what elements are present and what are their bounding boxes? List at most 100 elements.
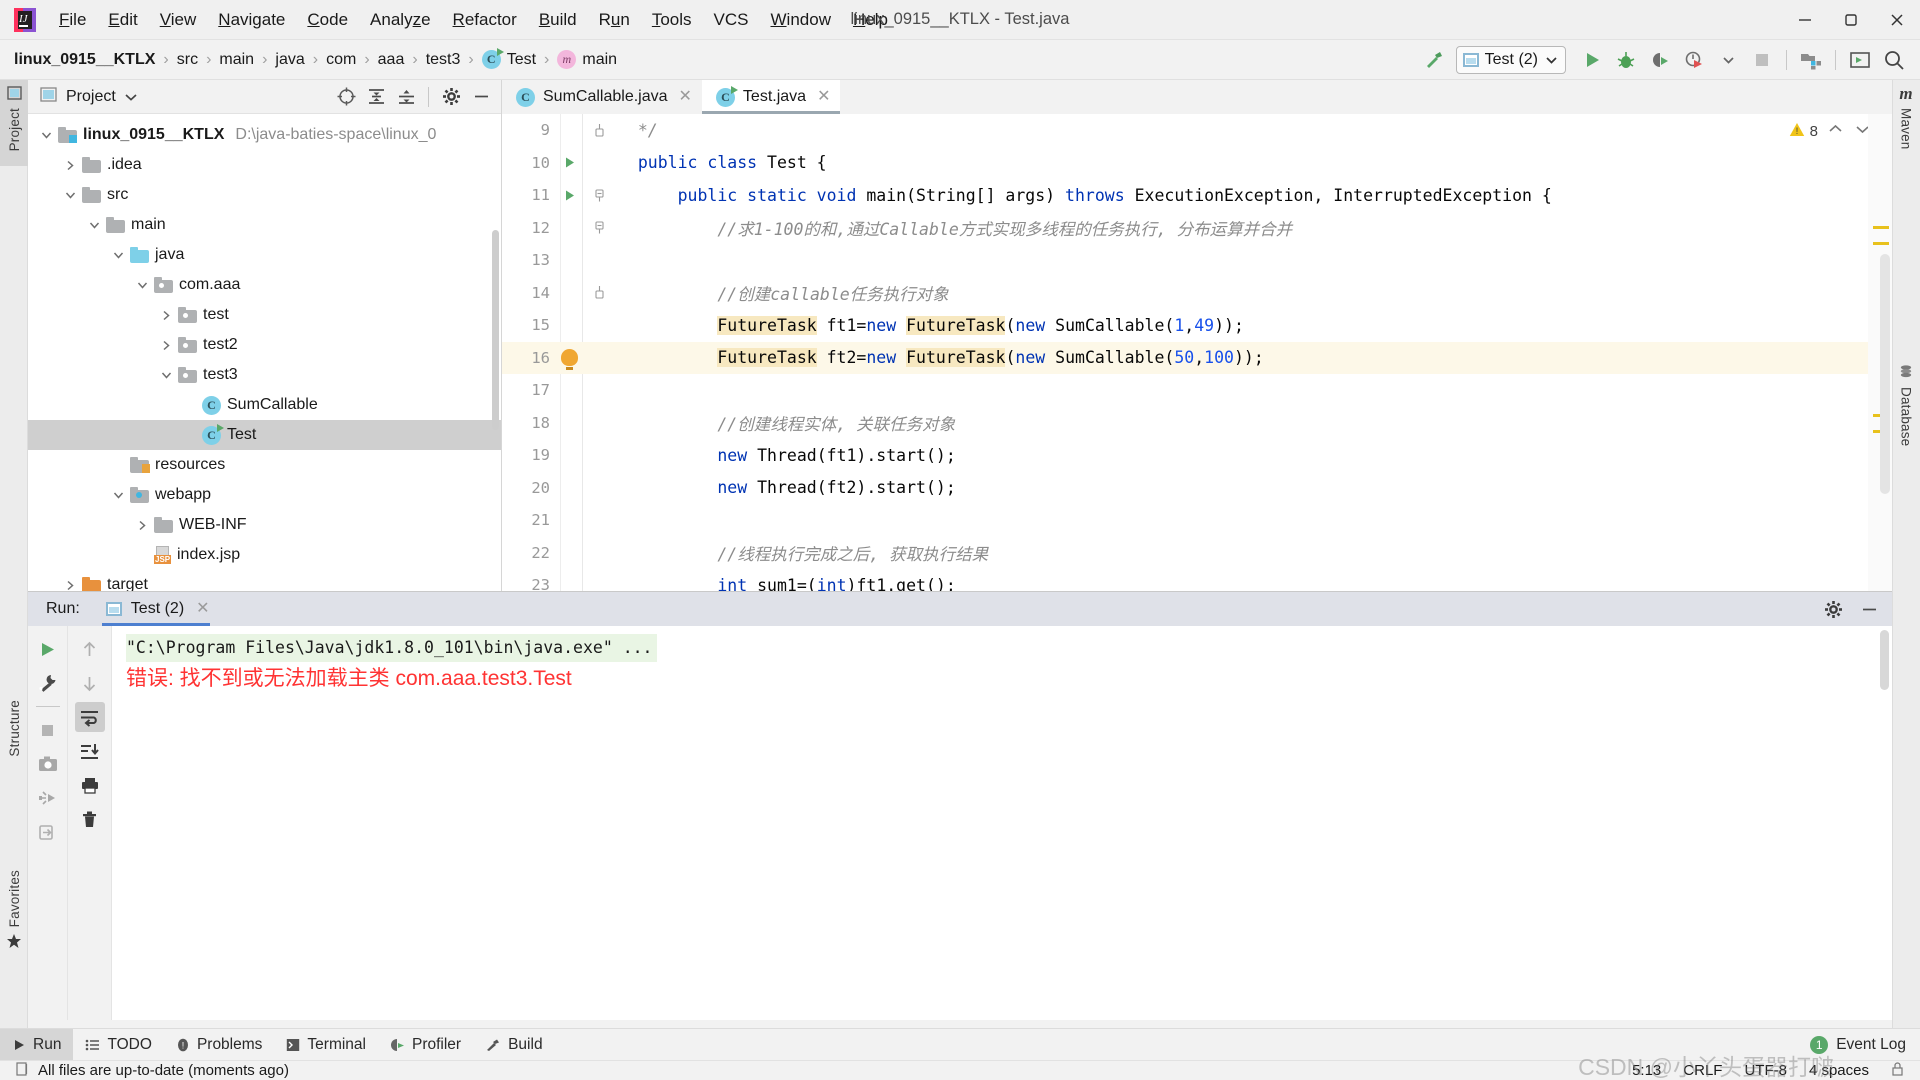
- collapse-all-icon[interactable]: [392, 83, 420, 111]
- breadcrumb-item-main[interactable]: main: [219, 51, 254, 69]
- sidebar-item-maven[interactable]: m Maven: [1892, 80, 1920, 192]
- sidebar-item-favorites[interactable]: Favorites: [0, 870, 28, 1000]
- breadcrumb-item-src[interactable]: src: [177, 51, 198, 69]
- chevron-down-icon[interactable]: [154, 370, 178, 381]
- run-with-coverage-button[interactable]: [1644, 44, 1676, 76]
- tree-item-src[interactable]: src: [28, 180, 501, 210]
- tree-item-web-inf[interactable]: WEB-INF: [28, 510, 501, 540]
- breadcrumb-item-test[interactable]: C Test: [481, 48, 536, 69]
- code-line[interactable]: 20 new Thread(ft2).start();: [502, 472, 1892, 505]
- menu-view[interactable]: View: [149, 6, 208, 34]
- profile-button[interactable]: [1678, 44, 1710, 76]
- code-line[interactable]: 9 */: [502, 114, 1892, 147]
- gear-icon[interactable]: [1818, 594, 1848, 624]
- menu-navigate[interactable]: Navigate: [207, 6, 296, 34]
- lock-icon[interactable]: [1891, 1061, 1904, 1080]
- indent-setting[interactable]: 4 spaces: [1809, 1062, 1869, 1079]
- fold-region-start-icon[interactable]: [588, 189, 610, 202]
- code-line[interactable]: 22 //线程执行完成之后, 获取执行结果: [502, 537, 1892, 570]
- tree-item-com-aaa[interactable]: com.aaa: [28, 270, 501, 300]
- project-tree[interactable]: linux_0915__KTLX D:\java-baties-space\lin…: [28, 114, 501, 591]
- code-line[interactable]: 15 FutureTask ft1=new FutureTask(new Sum…: [502, 309, 1892, 342]
- tool-window-problems[interactable]: ! Problems: [164, 1029, 274, 1061]
- tree-item--idea[interactable]: .idea: [28, 150, 501, 180]
- profile-dropdown-icon[interactable]: [1712, 44, 1744, 76]
- export-icon[interactable]: [33, 817, 63, 847]
- menu-refactor[interactable]: Refactor: [442, 6, 528, 34]
- run-gutter-icon[interactable]: [550, 156, 588, 169]
- console-scrollbar[interactable]: [1880, 630, 1889, 690]
- run-button[interactable]: [1576, 44, 1608, 76]
- fold-region-end-icon[interactable]: [588, 123, 610, 137]
- chevron-down-icon[interactable]: [34, 130, 58, 141]
- camera-icon[interactable]: [33, 749, 63, 779]
- menu-edit[interactable]: Edit: [97, 6, 148, 34]
- chevron-down-icon[interactable]: [58, 190, 82, 201]
- tree-item-index-jsp[interactable]: JSP index.jsp: [28, 540, 501, 570]
- sidebar-item-database[interactable]: Database: [1892, 360, 1920, 500]
- tool-window-profiler[interactable]: Profiler: [378, 1029, 473, 1061]
- close-icon[interactable]: ✕: [196, 601, 209, 617]
- tree-item-test[interactable]: C Test: [28, 420, 501, 450]
- sidebar-item-structure[interactable]: Structure: [0, 700, 28, 800]
- terminal-button[interactable]: [1844, 44, 1876, 76]
- chevron-right-icon[interactable]: [154, 340, 178, 351]
- chevron-right-icon[interactable]: [58, 580, 82, 591]
- previous-highlight-icon[interactable]: [1828, 122, 1843, 140]
- run-session-tab[interactable]: Test (2) ✕: [101, 592, 214, 626]
- caret-position[interactable]: 5:13: [1632, 1062, 1661, 1079]
- chevron-down-icon[interactable]: [125, 88, 137, 106]
- code-line[interactable]: 10 public class Test {: [502, 147, 1892, 180]
- code-line[interactable]: 23 int sum1=(int)ft1.get();: [502, 569, 1892, 591]
- tree-item-webapp[interactable]: webapp: [28, 480, 501, 510]
- tree-item-test[interactable]: test: [28, 300, 501, 330]
- wrench-icon[interactable]: [33, 668, 63, 698]
- code-line[interactable]: 11 public static void main(String[] args…: [502, 179, 1892, 212]
- tree-item-java[interactable]: java: [28, 240, 501, 270]
- menu-build[interactable]: Build: [528, 6, 588, 34]
- close-icon[interactable]: [1874, 0, 1920, 40]
- breadcrumb-item-java[interactable]: java: [275, 51, 304, 69]
- menu-file[interactable]: File: [48, 6, 97, 34]
- editor-tab-test-java[interactable]: C Test.java ✕: [701, 80, 841, 114]
- console-output[interactable]: "C:\Program Files\Java\jdk1.8.0_101\bin\…: [112, 626, 1892, 1020]
- down-arrow-icon[interactable]: [75, 668, 105, 698]
- chevron-right-icon[interactable]: [154, 310, 178, 321]
- up-arrow-icon[interactable]: [75, 634, 105, 664]
- editor-scrollbar[interactable]: [1880, 254, 1890, 494]
- minimize-panel-icon[interactable]: [1854, 594, 1884, 624]
- debug-button[interactable]: [1610, 44, 1642, 76]
- locate-icon[interactable]: [332, 83, 360, 111]
- minimize-panel-icon[interactable]: [467, 83, 495, 111]
- menu-analyze[interactable]: Analyze: [359, 6, 442, 34]
- chevron-down-icon[interactable]: [130, 280, 154, 291]
- stop-button[interactable]: [1746, 44, 1778, 76]
- code-line[interactable]: 14 //创建callable任务执行对象: [502, 277, 1892, 310]
- chevron-down-icon[interactable]: [82, 220, 106, 231]
- trash-icon[interactable]: [75, 804, 105, 834]
- tree-item-test3[interactable]: test3: [28, 360, 501, 390]
- breadcrumb-item-linux-0915-ktlx[interactable]: linux_0915__KTLX: [14, 51, 155, 69]
- expand-all-icon[interactable]: [362, 83, 390, 111]
- tree-item-linux-0915-ktlx[interactable]: linux_0915__KTLX D:\java-baties-space\lin…: [28, 120, 501, 150]
- tool-window-todo[interactable]: TODO: [73, 1029, 164, 1061]
- breadcrumb-item-main[interactable]: m main: [557, 50, 617, 69]
- warning-marker[interactable]: [1873, 226, 1889, 229]
- print-icon[interactable]: [75, 770, 105, 800]
- editor-tab-sumcallable-java[interactable]: C SumCallable.java ✕: [502, 80, 702, 114]
- line-separator[interactable]: CRLF: [1683, 1062, 1722, 1079]
- run-configuration-selector[interactable]: Test (2): [1455, 45, 1566, 74]
- chevron-down-icon[interactable]: [106, 250, 130, 261]
- code-line[interactable]: 17: [502, 374, 1892, 407]
- tree-item-target[interactable]: target: [28, 570, 501, 591]
- code-line[interactable]: 18 //创建线程实体, 关联任务对象: [502, 407, 1892, 440]
- menu-window[interactable]: Window: [760, 6, 842, 34]
- tree-item-resources[interactable]: resources: [28, 450, 501, 480]
- close-icon[interactable]: ✕: [817, 89, 830, 105]
- menu-tools[interactable]: Tools: [641, 6, 703, 34]
- tool-window-build[interactable]: Build: [473, 1029, 554, 1061]
- chevron-right-icon[interactable]: [130, 520, 154, 531]
- rerun-icon[interactable]: [33, 634, 63, 664]
- stop-icon[interactable]: [33, 715, 63, 745]
- code-line[interactable]: 13: [502, 244, 1892, 277]
